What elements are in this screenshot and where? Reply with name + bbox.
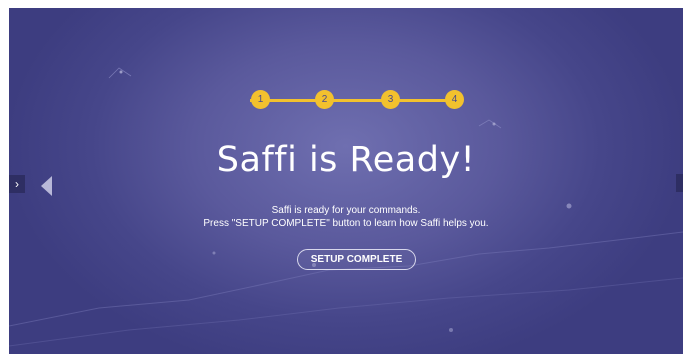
description-line-2: Press "SETUP COMPLETE" button to learn h…	[203, 218, 489, 229]
step-4: 4	[445, 90, 464, 109]
setup-stepper: 1 2 3 4	[240, 90, 464, 110]
step-1: 1	[251, 90, 270, 109]
description-line-1: Saffi is ready for your commands.	[271, 205, 421, 216]
onboarding-screen: ›	[9, 8, 683, 354]
step-3: 3	[381, 90, 400, 109]
stepper-track	[250, 99, 450, 102]
background-decoration	[9, 67, 683, 347]
step-2: 2	[315, 90, 334, 109]
setup-complete-button[interactable]: SETUP COMPLETE	[297, 249, 416, 270]
page-title: Saffi is Ready!	[216, 140, 476, 180]
